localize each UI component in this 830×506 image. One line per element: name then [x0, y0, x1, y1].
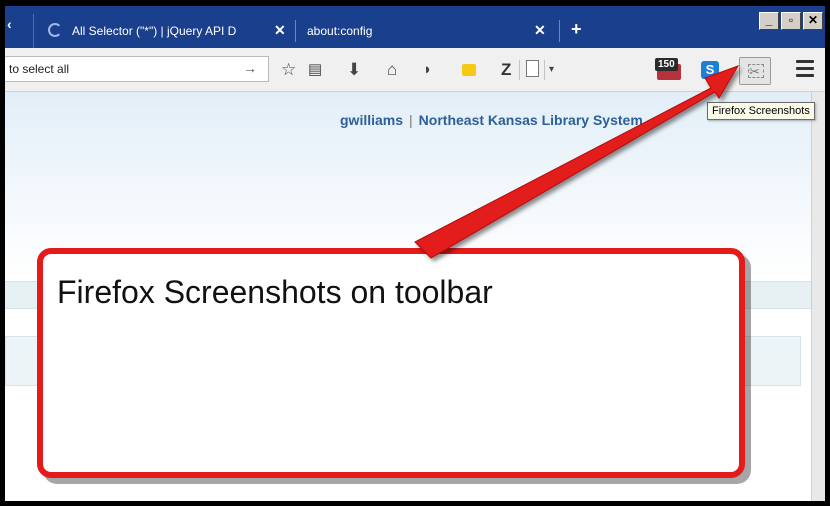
- url-bar[interactable]: →: [5, 56, 269, 82]
- minimize-button[interactable]: _: [759, 12, 779, 30]
- library-link[interactable]: Northeast Kansas Library System: [419, 112, 643, 128]
- home-icon[interactable]: ⌂: [387, 60, 397, 80]
- pocket-icon[interactable]: ◗: [423, 60, 432, 80]
- tab-about-config[interactable]: about:config ✕: [297, 14, 557, 48]
- navigation-toolbar: → ☆ ▤ ⬇ ⌂ ◗ Z ▾ 150 S ✂: [5, 48, 825, 92]
- callout-text: Firefox Screenshots on toolbar: [57, 274, 493, 310]
- screenshots-tooltip: Firefox Screenshots: [707, 102, 815, 120]
- blue-extension-icon[interactable]: S: [701, 61, 719, 79]
- loading-icon: [48, 23, 62, 37]
- toolbar-separator: [544, 60, 545, 80]
- star-icon[interactable]: ☆: [281, 60, 296, 80]
- go-arrow-icon[interactable]: →: [243, 60, 257, 76]
- tab-scroll-left-icon[interactable]: ‹: [7, 16, 12, 32]
- document-icon[interactable]: [526, 60, 539, 77]
- url-input[interactable]: [9, 60, 229, 78]
- menu-icon[interactable]: [796, 60, 814, 78]
- sticky-note-icon[interactable]: [462, 64, 476, 76]
- header-separator: |: [409, 112, 413, 128]
- tab-close-icon[interactable]: ✕: [534, 22, 546, 39]
- badge-extension-button[interactable]: 150: [655, 58, 683, 82]
- badge-count: 150: [655, 58, 678, 71]
- user-header: gwilliams | Northeast Kansas Library Syste…: [340, 112, 643, 128]
- reading-list-icon[interactable]: ▤: [308, 60, 322, 80]
- annotation-callout: Firefox Screenshots on toolbar: [37, 248, 745, 478]
- tab-close-icon[interactable]: ✕: [274, 22, 286, 39]
- tab-title: All Selector ("*") | jQuery API D: [72, 24, 237, 38]
- tab-jquery[interactable]: All Selector ("*") | jQuery API D ✕: [33, 14, 295, 48]
- zotero-icon[interactable]: Z: [501, 60, 511, 80]
- download-icon[interactable]: ⬇: [347, 60, 361, 80]
- tab-title: about:config: [307, 24, 373, 38]
- window-controls: _ ▫ ✕: [759, 12, 823, 30]
- tab-divider: [559, 20, 560, 42]
- tab-divider: [295, 20, 296, 42]
- dropdown-icon[interactable]: ▾: [549, 60, 554, 80]
- tab-bar: ‹ All Selector ("*") | jQuery API D ✕ ab…: [5, 6, 825, 48]
- page-scrollbar[interactable]: [811, 92, 825, 501]
- username-link[interactable]: gwilliams: [340, 112, 403, 128]
- browser-window: ‹ All Selector ("*") | jQuery API D ✕ ab…: [0, 0, 830, 506]
- close-window-button[interactable]: ✕: [803, 12, 823, 30]
- new-tab-button[interactable]: +: [571, 20, 582, 38]
- firefox-screenshots-button[interactable]: ✂: [739, 57, 771, 85]
- toolbar-separator: [519, 60, 520, 80]
- maximize-button[interactable]: ▫: [781, 12, 801, 30]
- scissors-icon: ✂: [749, 64, 760, 79]
